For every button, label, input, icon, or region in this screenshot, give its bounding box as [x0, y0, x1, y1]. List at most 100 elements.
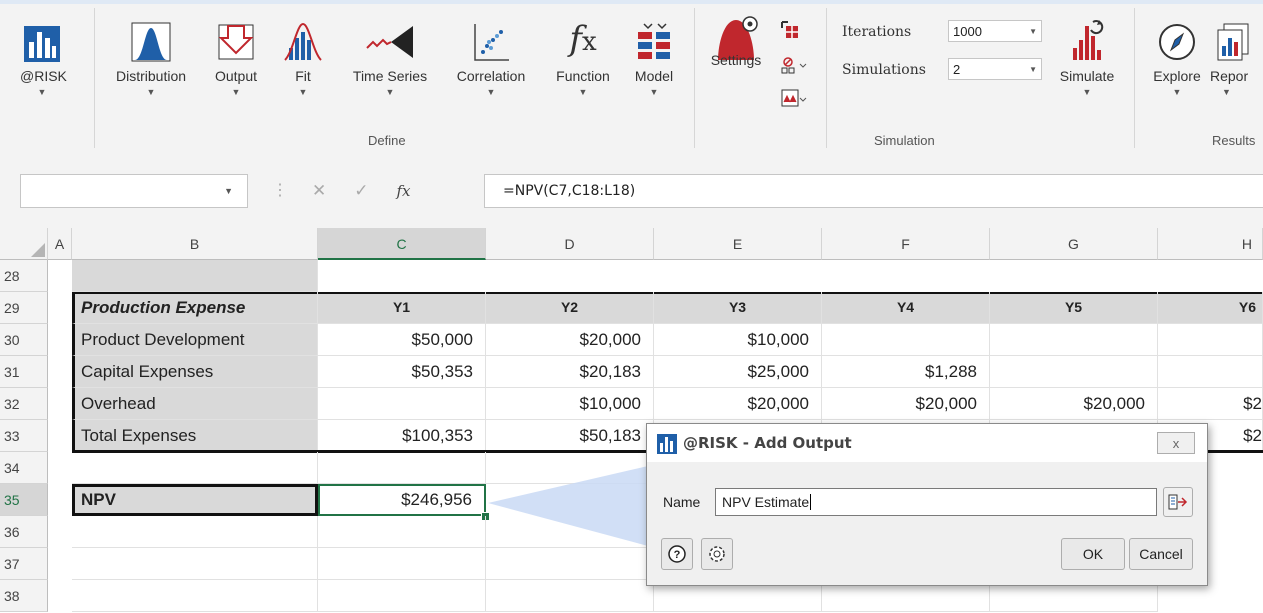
- cell-c30[interactable]: $50,000: [318, 324, 486, 356]
- cell-c35-selected[interactable]: $246,956: [318, 484, 486, 516]
- gear-icon: [709, 546, 725, 562]
- fit-button[interactable]: Fit ▼: [278, 12, 328, 100]
- name-label: Name: [663, 494, 701, 510]
- enter-icon[interactable]: ✓: [354, 181, 368, 201]
- cell-e31[interactable]: $25,000: [654, 356, 822, 388]
- column-header-d[interactable]: D: [486, 228, 654, 260]
- cell-e32[interactable]: $20,000: [654, 388, 822, 420]
- function-icon: fx: [569, 19, 597, 59]
- cell-b33[interactable]: Total Expenses: [72, 420, 318, 452]
- cell-b32[interactable]: Overhead: [72, 388, 318, 420]
- explore-button[interactable]: Explore ▼: [1144, 12, 1210, 100]
- define-table-button[interactable]: [780, 20, 800, 43]
- column-header-e[interactable]: E: [654, 228, 822, 260]
- column-header-f[interactable]: F: [822, 228, 990, 260]
- report-window-button[interactable]: [780, 88, 810, 113]
- distribution-button[interactable]: Distribution ▼: [104, 12, 198, 100]
- cancel-button[interactable]: Cancel: [1129, 538, 1193, 570]
- cell-b29[interactable]: Production Expense: [72, 292, 318, 324]
- formula-bar-splitter[interactable]: ⋮: [272, 180, 288, 200]
- iterations-select[interactable]: 1000 ▼: [948, 20, 1042, 42]
- cell-c34[interactable]: [318, 452, 486, 484]
- cell-d38[interactable]: [486, 580, 654, 612]
- column-header-g[interactable]: G: [990, 228, 1158, 260]
- cell-b34[interactable]: [72, 452, 318, 484]
- cell-b37[interactable]: [72, 548, 318, 580]
- formula-input[interactable]: =NPV(C7,C18:L18): [484, 174, 1263, 208]
- reference-select-button[interactable]: [1163, 487, 1193, 517]
- cell-c37[interactable]: [318, 548, 486, 580]
- correlation-button[interactable]: Correlation ▼: [440, 12, 542, 100]
- cell-d30[interactable]: $20,000: [486, 324, 654, 356]
- function-button[interactable]: fx Function ▼: [544, 12, 622, 100]
- cell-b28[interactable]: [72, 260, 318, 292]
- select-all-corner[interactable]: [0, 228, 48, 260]
- time-series-button[interactable]: Time Series ▼: [338, 12, 442, 100]
- simulate-button[interactable]: Simulate ▼: [1050, 12, 1124, 100]
- row-header-29[interactable]: 29: [0, 292, 48, 324]
- cell-b36[interactable]: [72, 516, 318, 548]
- cell-c31[interactable]: $50,353: [318, 356, 486, 388]
- risk-menu-button[interactable]: @RISK ▼: [20, 12, 67, 100]
- row-header-35[interactable]: 35: [0, 484, 48, 516]
- output-button[interactable]: Output ▼: [204, 12, 268, 100]
- cell-b35[interactable]: NPV: [72, 484, 318, 516]
- row-header-31[interactable]: 31: [0, 356, 48, 388]
- cancel-icon[interactable]: ✕: [312, 181, 326, 201]
- cell-b31[interactable]: Capital Expenses: [72, 356, 318, 388]
- properties-button[interactable]: [701, 538, 733, 570]
- cell-g31[interactable]: [990, 356, 1158, 388]
- cell-h31[interactable]: [1158, 356, 1263, 388]
- column-header-h[interactable]: H: [1158, 228, 1263, 260]
- insert-function-icon[interactable]: fx: [397, 182, 411, 200]
- help-button[interactable]: ?: [661, 538, 693, 570]
- cell-h32[interactable]: $2: [1158, 388, 1263, 420]
- cell-c29[interactable]: Y1: [318, 292, 486, 324]
- column-header-b[interactable]: B: [72, 228, 318, 260]
- cell-d34[interactable]: [486, 452, 654, 484]
- name-box[interactable]: ▼: [20, 174, 248, 208]
- row-header-38[interactable]: 38: [0, 580, 48, 612]
- reports-button[interactable]: Repor ▼: [1210, 12, 1263, 100]
- cell-g32[interactable]: $20,000: [990, 388, 1158, 420]
- cell-b30[interactable]: Product Development: [72, 324, 318, 356]
- cell-h30[interactable]: [1158, 324, 1263, 356]
- cell-f29[interactable]: Y4: [822, 292, 990, 324]
- column-header-a[interactable]: A: [48, 228, 72, 260]
- row-header-36[interactable]: 36: [0, 516, 48, 548]
- cell-c38[interactable]: [318, 580, 486, 612]
- row-header-28[interactable]: 28: [0, 260, 48, 292]
- cell-d36[interactable]: [486, 516, 654, 548]
- cell-h29[interactable]: Y6: [1158, 292, 1263, 324]
- row-header-37[interactable]: 37: [0, 548, 48, 580]
- cell-c32[interactable]: [318, 388, 486, 420]
- cell-d31[interactable]: $20,183: [486, 356, 654, 388]
- cell-d32[interactable]: $10,000: [486, 388, 654, 420]
- cell-e30[interactable]: $10,000: [654, 324, 822, 356]
- cell-f30[interactable]: [822, 324, 990, 356]
- cell-d33[interactable]: $50,183: [486, 420, 654, 452]
- cell-e29[interactable]: Y3: [654, 292, 822, 324]
- settings-button[interactable]: Settings: [704, 12, 768, 68]
- output-name-input[interactable]: NPV Estimate: [715, 488, 1157, 516]
- cell-g29[interactable]: Y5: [990, 292, 1158, 324]
- cell-f31[interactable]: $1,288: [822, 356, 990, 388]
- row-header-33[interactable]: 33: [0, 420, 48, 452]
- row-header-30[interactable]: 30: [0, 324, 48, 356]
- group-divider: [826, 8, 827, 148]
- cell-f32[interactable]: $20,000: [822, 388, 990, 420]
- model-button[interactable]: Model ▼: [626, 12, 682, 100]
- cell-c36[interactable]: [318, 516, 486, 548]
- cell-b38[interactable]: [72, 580, 318, 612]
- row-header-34[interactable]: 34: [0, 452, 48, 484]
- cell-c33[interactable]: $100,353: [318, 420, 486, 452]
- column-header-c[interactable]: C: [318, 228, 486, 260]
- simulations-select[interactable]: 2 ▼: [948, 58, 1042, 80]
- cell-d29[interactable]: Y2: [486, 292, 654, 324]
- ok-button[interactable]: OK: [1061, 538, 1125, 570]
- cell-g30[interactable]: [990, 324, 1158, 356]
- close-button[interactable]: x: [1157, 432, 1195, 454]
- filter-button[interactable]: [780, 56, 810, 79]
- row-header-32[interactable]: 32: [0, 388, 48, 420]
- cell-d37[interactable]: [486, 548, 654, 580]
